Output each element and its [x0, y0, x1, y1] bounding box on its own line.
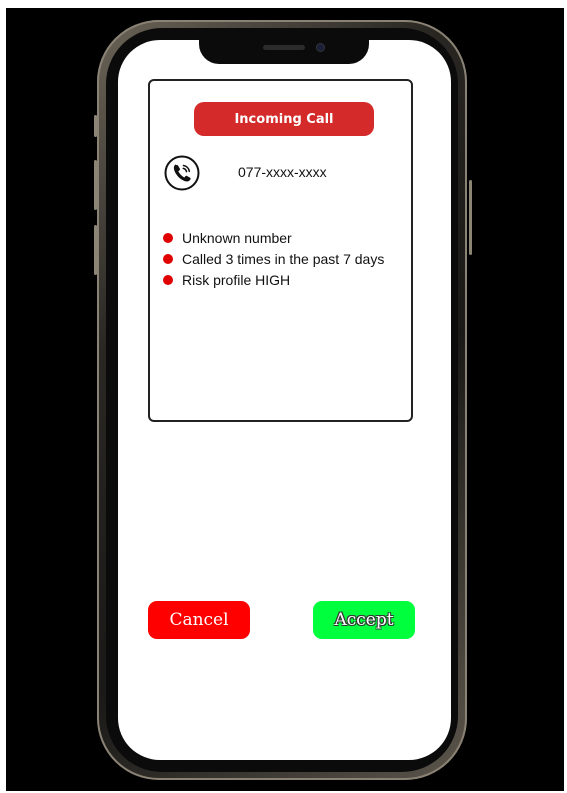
risk-indicator-list: Unknown number Called 3 times in the pas… — [163, 227, 384, 290]
risk-indicator-text: Called 3 times in the past 7 days — [182, 250, 385, 267]
incoming-call-label: Incoming Call — [234, 111, 334, 127]
power-button — [469, 180, 472, 255]
list-item: Unknown number — [163, 227, 384, 248]
volume-down-button — [94, 225, 97, 275]
bullet-icon — [163, 253, 173, 264]
incoming-call-header: Incoming Call — [194, 102, 374, 136]
accept-button[interactable]: Accept — [313, 601, 415, 639]
caller-number: 077-xxxx-xxxx — [238, 164, 327, 180]
phone-icon — [164, 155, 200, 191]
list-item: Called 3 times in the past 7 days — [163, 248, 384, 269]
front-camera — [316, 43, 325, 52]
volume-up-button — [94, 160, 97, 210]
notch — [199, 38, 369, 64]
cancel-button[interactable]: Cancel — [148, 601, 250, 639]
risk-indicator-text: Unknown number — [182, 229, 292, 246]
bullet-icon — [163, 274, 173, 285]
risk-indicator-text: Risk profile HIGH — [182, 271, 291, 288]
bullet-icon — [163, 232, 173, 243]
speaker-grille — [263, 45, 305, 50]
silent-switch — [94, 115, 97, 137]
list-item: Risk profile HIGH — [163, 269, 384, 290]
